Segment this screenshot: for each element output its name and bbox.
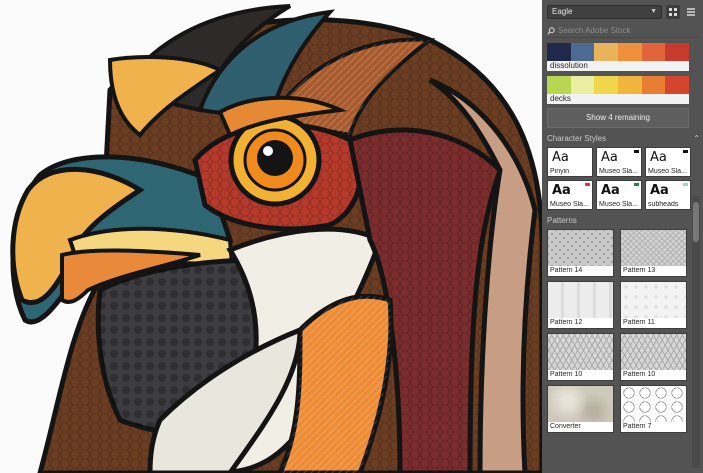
list-view-button[interactable]: [684, 5, 698, 19]
pattern-tile[interactable]: Pattern 11: [620, 281, 687, 329]
style-sample: Aa: [552, 150, 569, 165]
pattern-name: Pattern 11: [621, 318, 686, 328]
pattern-name: Pattern 13: [621, 266, 686, 276]
pattern-swatch: [548, 282, 613, 318]
style-name: Museo Sla...: [648, 168, 687, 175]
character-style-tile[interactable]: Aa Museo Sla...: [596, 180, 642, 210]
patterns-grid: Pattern 14 Pattern 13 Pattern 12 Pattern…: [547, 229, 689, 433]
theme-color: [547, 43, 571, 61]
chevron-up-icon[interactable]: ⌃: [693, 134, 700, 143]
theme-color: [618, 43, 642, 61]
stock-search: [547, 24, 699, 38]
pattern-tile[interactable]: Pattern 14: [547, 229, 614, 277]
style-flag: [634, 183, 639, 186]
pattern-swatch: [621, 230, 686, 266]
pattern-swatch: [621, 386, 686, 422]
pattern-name: Pattern 14: [548, 266, 613, 276]
theme-color: [570, 76, 595, 94]
theme-color: [594, 76, 619, 94]
character-style-tile[interactable]: Aa Museo Sla...: [645, 147, 691, 177]
list-view-icon: [687, 7, 695, 16]
panel-scrollbar[interactable]: [692, 196, 700, 468]
style-name: Museo Sla...: [599, 201, 638, 208]
theme-name: decks: [547, 94, 689, 104]
style-name: subheads: [648, 201, 679, 208]
theme-color: [547, 76, 571, 94]
style-flag: [683, 150, 688, 153]
theme-color: [665, 76, 690, 94]
chevron-down-icon: ▼: [650, 8, 657, 15]
color-theme-decks[interactable]: decks: [547, 76, 690, 104]
character-style-tile[interactable]: Aa Museo Sla...: [547, 180, 593, 210]
libraries-panel: Eagle ▼ dissolution decks Show 4 remaini…: [542, 0, 703, 473]
pattern-name: Pattern 10: [621, 370, 686, 380]
theme-color: [570, 43, 595, 61]
character-style-tile[interactable]: Aa Museo Sla...: [596, 147, 642, 177]
character-style-tile[interactable]: Aa Pinyin: [547, 147, 593, 177]
search-input[interactable]: [558, 24, 699, 37]
scrollbar-thumb[interactable]: [693, 202, 699, 242]
pattern-tile[interactable]: Pattern 10: [620, 333, 687, 381]
pattern-name: Pattern 10: [548, 370, 613, 380]
theme-swatch-row: [547, 76, 690, 94]
theme-color: [594, 43, 619, 61]
character-style-tile[interactable]: Aa subheads: [645, 180, 691, 210]
pattern-tile[interactable]: Pattern 10: [547, 333, 614, 381]
eagle-illustration: [0, 0, 542, 473]
grid-view-button[interactable]: [666, 4, 680, 19]
pattern-name: Pattern 12: [548, 318, 613, 328]
theme-color: [665, 43, 690, 61]
pattern-swatch: [548, 386, 613, 422]
show-remaining-button[interactable]: Show 4 remaining: [547, 108, 689, 128]
character-styles-heading: Character Styles: [547, 134, 607, 143]
style-sample: Aa: [650, 183, 669, 198]
search-icon: [547, 26, 555, 35]
style-flag: [634, 150, 639, 153]
character-styles-grid: Aa Pinyin Aa Museo Sla... Aa Museo Sla..…: [547, 147, 691, 210]
theme-color: [641, 76, 666, 94]
theme-swatch-row: [547, 43, 690, 61]
pattern-swatch: [621, 282, 686, 318]
theme-name: dissolution: [547, 61, 689, 71]
grid-view-icon: [669, 7, 677, 16]
library-selected-label: Eagle: [552, 7, 573, 16]
theme-color: [641, 43, 666, 61]
library-dropdown[interactable]: Eagle ▼: [547, 4, 662, 19]
style-flag: [585, 183, 590, 186]
style-flag: [683, 183, 688, 186]
pattern-tile[interactable]: Converter: [547, 385, 614, 433]
style-sample: Aa: [601, 150, 618, 165]
pattern-tile[interactable]: Pattern 13: [620, 229, 687, 277]
pattern-name: Converter: [548, 422, 613, 432]
style-sample: Aa: [650, 150, 667, 165]
color-theme-dissolution[interactable]: dissolution: [547, 43, 690, 71]
library-header: Eagle ▼: [547, 4, 699, 19]
style-name: Pinyin: [550, 168, 570, 175]
pattern-tile[interactable]: Pattern 12: [547, 281, 614, 329]
pattern-swatch: [548, 334, 613, 370]
theme-color: [618, 76, 642, 94]
artboard-canvas[interactable]: [0, 0, 542, 473]
style-sample: Aa: [552, 183, 571, 198]
pattern-name: Pattern 7: [621, 422, 686, 432]
patterns-heading: Patterns: [547, 216, 577, 225]
style-name: Museo Sla...: [550, 201, 589, 208]
style-sample: Aa: [601, 183, 620, 198]
pattern-tile[interactable]: Pattern 7: [620, 385, 687, 433]
pattern-swatch: [621, 334, 686, 370]
style-name: Museo Sla...: [599, 168, 638, 175]
pattern-swatch: [548, 230, 613, 266]
